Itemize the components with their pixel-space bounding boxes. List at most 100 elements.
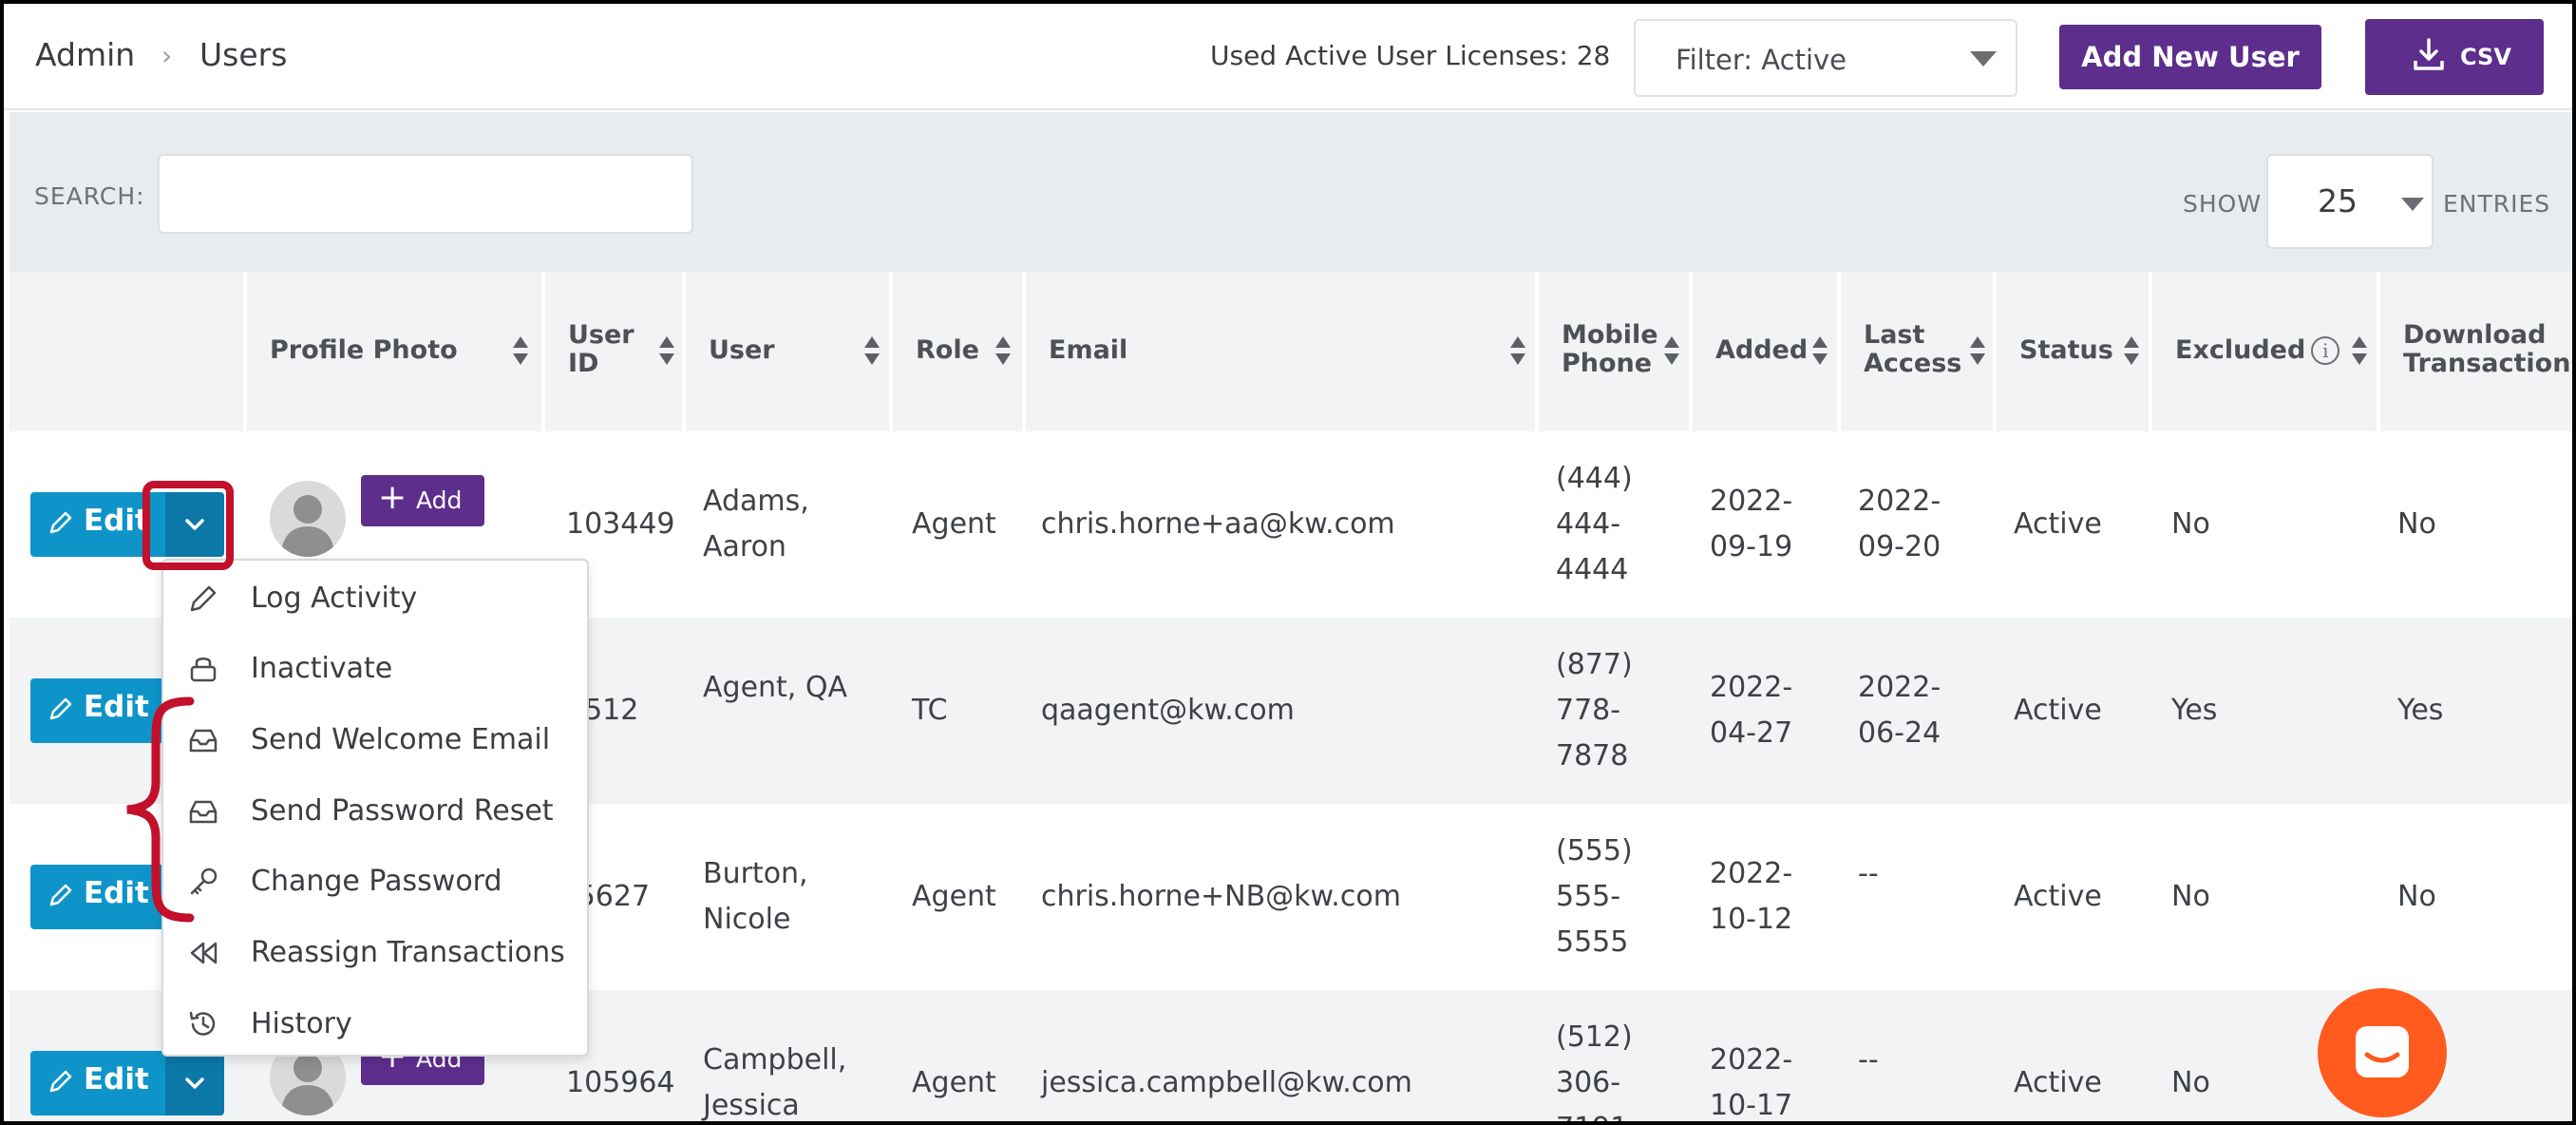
edit-label: Edit <box>84 504 149 538</box>
column-header-label: Role <box>916 335 979 365</box>
rewind-icon <box>190 942 218 964</box>
role-cell: TC <box>912 694 948 727</box>
table-header: Profile Photo User ID User Role Email Mob… <box>9 272 2572 431</box>
sort-icon[interactable] <box>2124 336 2139 367</box>
added-date-cell: 2022- 09-19 <box>1710 485 1793 563</box>
sort-icon[interactable] <box>1970 336 1985 367</box>
column-header-label: Email <box>1049 335 1128 365</box>
status-cell: Active <box>2014 694 2102 727</box>
email-cell[interactable]: jessica.campbell@kw.com <box>1041 1060 1412 1106</box>
user-name-cell: Adams, Aaron <box>703 485 809 563</box>
lock-icon <box>190 658 217 682</box>
menu-item-log-activity[interactable]: Log Activity <box>163 564 587 635</box>
pencil-icon <box>49 884 72 906</box>
entries-per-page-select[interactable]: 25 <box>2266 154 2434 249</box>
sort-icon[interactable] <box>2352 336 2367 367</box>
edit-button[interactable]: Edit <box>30 1051 165 1115</box>
breadcrumb-admin[interactable]: Admin <box>35 36 135 73</box>
row-actions-dropdown-button[interactable] <box>165 1051 224 1115</box>
column-header-label: Profile Photo <box>270 335 458 365</box>
email-cell[interactable]: chris.horne+aa@kw.com <box>1041 502 1395 547</box>
column-header-added[interactable]: Added <box>1693 272 1841 431</box>
column-header-mobile-phone[interactable]: Mobile Phone <box>1539 272 1693 431</box>
chevron-down-icon <box>185 1077 204 1089</box>
info-icon[interactable]: i <box>2311 336 2340 365</box>
sort-icon[interactable] <box>1510 336 1525 367</box>
column-header-label: Status <box>2019 335 2113 365</box>
email-cell[interactable]: chris.horne+NB@kw.com <box>1041 874 1401 920</box>
column-header-user-id[interactable]: User ID <box>545 272 686 431</box>
mobile-phone-cell: (555) 555- 5555 <box>1556 834 1633 959</box>
menu-item-history[interactable]: History <box>163 990 587 1060</box>
menu-item-label: Log Activity <box>251 582 418 615</box>
column-header-excluded[interactable]: Excluded i <box>2152 272 2380 431</box>
menu-item-reassign-transactions[interactable]: Reassign Transactions <box>163 919 587 989</box>
pencil-icon <box>49 1070 72 1093</box>
user-name-cell: Agent, QA <box>703 671 848 704</box>
filter-select-value: Filter: Active <box>1676 44 1847 76</box>
sort-icon[interactable] <box>864 336 880 367</box>
download-transactions-cell: Yes <box>2397 694 2444 727</box>
column-header-download-transactions[interactable]: Download Transactions <box>2380 272 2572 431</box>
column-header-profile-photo[interactable]: Profile Photo <box>247 272 545 431</box>
top-bar: Admin › Users Used Active User Licenses:… <box>4 4 2572 110</box>
menu-item-label: Reassign Transactions <box>251 936 565 969</box>
caret-highlight-annotation <box>142 481 234 570</box>
mobile-phone-cell: (444) 444- 4444 <box>1556 462 1633 586</box>
menu-item-label: Send Welcome Email <box>251 723 551 756</box>
column-header-last-access[interactable]: Last Access <box>1841 272 1997 431</box>
column-header-label: User <box>709 335 775 365</box>
breadcrumb-users: Users <box>199 36 288 73</box>
sort-icon[interactable] <box>513 336 528 367</box>
show-label: SHOW <box>2183 190 2263 218</box>
column-header-email[interactable]: Email <box>1026 272 1539 431</box>
app-frame: Admin › Users Used Active User Licenses:… <box>0 0 2576 1125</box>
user-silhouette-icon <box>281 495 334 557</box>
user-id-cell: 105964 <box>566 1066 675 1099</box>
filter-select[interactable]: Filter: Active <box>1634 19 2017 97</box>
caret-down-icon <box>1970 51 1997 67</box>
status-cell: Active <box>2014 1066 2102 1099</box>
add-new-user-label: Add New User <box>2081 41 2300 73</box>
caret-down-icon <box>2401 198 2424 211</box>
chat-launcher-button[interactable] <box>2318 988 2447 1117</box>
add-photo-label: Add <box>416 486 463 514</box>
column-header-label: Mobile Phone <box>1562 320 1658 378</box>
edit-label: Edit <box>84 1062 149 1096</box>
last-access-cell: 2022- 06-24 <box>1858 671 1941 750</box>
excluded-cell: No <box>2171 880 2210 913</box>
column-header-actions <box>9 272 247 431</box>
entries-label: ENTRIES <box>2443 190 2551 218</box>
add-new-user-button[interactable]: Add New User <box>2059 25 2321 89</box>
user-name-cell: Burton, Nicole <box>703 857 808 936</box>
used-licenses-text: Used Active User Licenses: 28 <box>1210 40 1611 71</box>
sort-icon[interactable] <box>659 336 674 367</box>
history-icon <box>189 1011 216 1036</box>
column-header-user[interactable]: User <box>686 272 893 431</box>
download-transactions-cell: No <box>2397 880 2436 913</box>
row-actions-menu: Log Activity Inactivate Send Welcome Ema… <box>161 559 589 1057</box>
download-transactions-cell: No <box>2397 507 2436 541</box>
csv-download-button[interactable]: CSV <box>2365 19 2544 95</box>
download-icon <box>2414 38 2444 70</box>
breadcrumb-separator: › <box>161 40 173 71</box>
search-input[interactable] <box>158 154 693 234</box>
pencil-icon <box>190 585 217 612</box>
last-access-cell: 2022- 09-20 <box>1858 485 1941 563</box>
column-header-status[interactable]: Status <box>1997 272 2152 431</box>
column-header-role[interactable]: Role <box>893 272 1026 431</box>
csv-label: CSV <box>2460 44 2511 70</box>
menu-item-send-welcome-email[interactable]: Send Welcome Email <box>163 706 587 776</box>
sort-icon[interactable] <box>995 336 1011 367</box>
menu-item-inactivate[interactable]: Inactivate <box>163 635 587 705</box>
sort-icon[interactable] <box>1812 336 1828 367</box>
menu-item-change-password[interactable]: Change Password <box>163 848 587 918</box>
add-photo-button[interactable]: + Add <box>361 475 484 526</box>
menu-item-send-password-reset[interactable]: Send Password Reset <box>163 777 587 848</box>
sort-icon[interactable] <box>1664 336 1679 367</box>
email-cell[interactable]: qaagent@kw.com <box>1041 688 1295 734</box>
excluded-cell: No <box>2171 507 2210 541</box>
last-access-cell: -- <box>1858 1043 1879 1077</box>
pencil-icon <box>49 697 72 720</box>
added-date-cell: 2022- 04-27 <box>1710 671 1793 750</box>
